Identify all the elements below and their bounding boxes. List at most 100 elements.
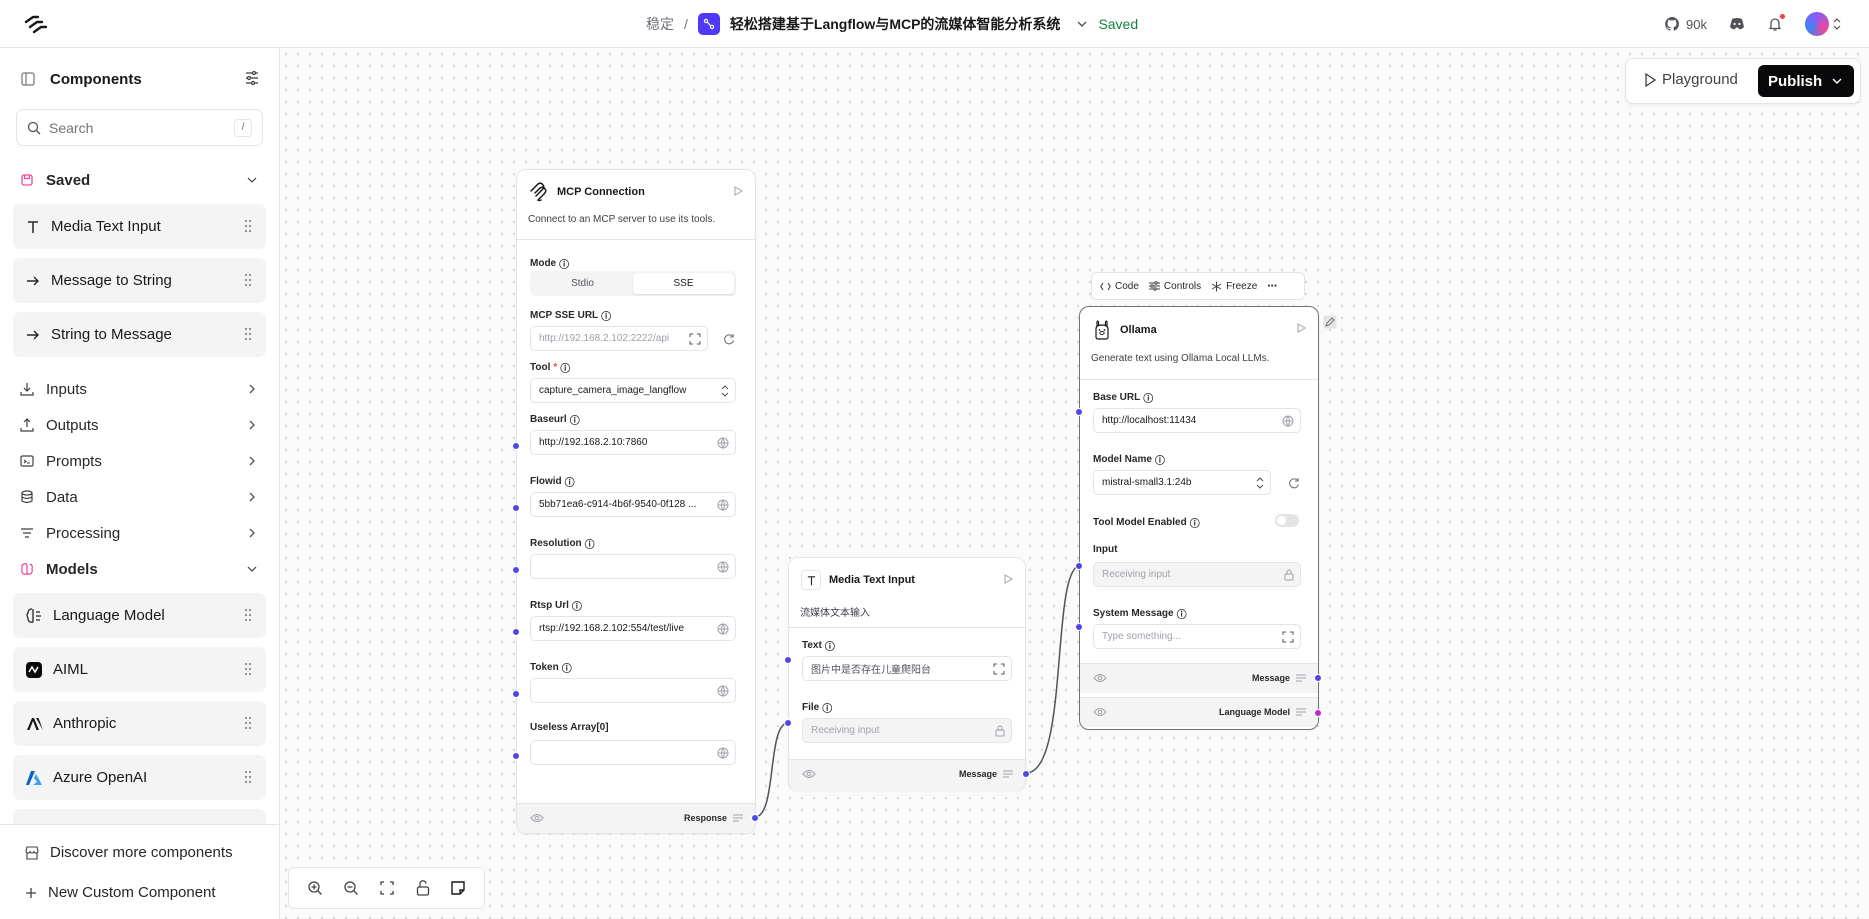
refresh-icon[interactable] [723, 333, 735, 345]
text-input[interactable]: 图片中是否存在儿童爬阳台 [802, 656, 1012, 681]
input-handle-system-message[interactable] [1075, 623, 1083, 631]
unlock-icon[interactable] [416, 880, 430, 896]
input-handle-useless-array[interactable] [512, 752, 520, 760]
model-item-anthropic[interactable]: Anthropic [13, 701, 266, 746]
output-handle-language-model[interactable] [1314, 709, 1322, 717]
fit-view-icon[interactable] [379, 880, 395, 896]
category-processing[interactable]: Processing [20, 521, 264, 545]
code-button[interactable]: Code [1100, 281, 1139, 292]
langflow-logo-icon[interactable] [24, 14, 48, 34]
mode-segmented-control[interactable]: Stdio SSE [530, 271, 736, 296]
mode-option-stdio[interactable]: Stdio [532, 273, 633, 294]
freeze-button[interactable]: Freeze [1211, 281, 1257, 292]
chevron-up-down-icon [721, 385, 729, 397]
tool-model-toggle[interactable] [1275, 514, 1299, 527]
node-title: Ollama [1120, 324, 1157, 336]
saved-item-string-to-message[interactable]: String to Message [13, 312, 266, 357]
list-icon[interactable] [733, 814, 743, 822]
components-sidebar: Components / Saved Media Text Input Mess… [0, 48, 280, 919]
sse-url-input[interactable]: http://192.168.2.102:2222/api [530, 326, 708, 351]
mode-option-sse[interactable]: SSE [633, 273, 734, 294]
drag-handle-icon [245, 771, 251, 783]
input-handle-rtsp-url[interactable] [512, 628, 520, 636]
input-handle-resolution[interactable] [512, 566, 520, 574]
zoom-out-icon[interactable] [343, 880, 359, 896]
github-link[interactable]: 90k [1664, 16, 1707, 32]
baseurl-input[interactable]: http://192.168.2.10:7860 [530, 430, 736, 455]
category-data[interactable]: Data [20, 485, 264, 509]
info-icon: ⓘ [561, 664, 572, 675]
output-handle-response[interactable] [751, 814, 759, 822]
project-name[interactable]: 轻松搭建基于Langflow与MCP的流媒体智能分析系统 [730, 14, 1061, 34]
saved-item-media-text-input[interactable]: Media Text Input [13, 204, 266, 249]
input-handle-token[interactable] [512, 690, 520, 698]
discover-more-link[interactable]: Discover more components [24, 844, 233, 861]
node-title: MCP Connection [557, 186, 645, 198]
input-handle-flowid[interactable] [512, 504, 520, 512]
search-input[interactable] [49, 119, 234, 136]
system-message-input[interactable]: Type something... [1093, 624, 1301, 649]
model-item-azure-openai[interactable]: Azure OpenAI [13, 755, 266, 800]
input-handle-baseurl[interactable] [512, 442, 520, 450]
saved-item-message-to-string[interactable]: Message to String [13, 258, 266, 303]
user-menu[interactable] [1805, 12, 1841, 36]
edit-pencil-icon[interactable] [1323, 315, 1337, 329]
tool-select[interactable]: capture_camera_image_langflow [530, 378, 736, 403]
discord-icon[interactable] [1729, 17, 1745, 31]
rtsp-url-input[interactable]: rtsp://192.168.2.102:554/test/live [530, 616, 736, 641]
zoom-in-icon[interactable] [307, 880, 323, 896]
output-row-language-model: Language Model [1080, 697, 1318, 727]
eye-icon[interactable] [802, 769, 816, 779]
model-name-select[interactable]: mistral-small3.1:24b [1093, 470, 1271, 495]
search-box[interactable]: / [16, 109, 263, 146]
input-handle-text[interactable] [784, 656, 792, 664]
list-icon[interactable] [1296, 708, 1306, 716]
chevron-down-icon[interactable] [1076, 18, 1088, 30]
model-item-language-model[interactable]: Language Model [13, 593, 266, 638]
useless-array-input[interactable] [530, 740, 736, 765]
category-prompts[interactable]: Prompts [20, 449, 264, 473]
play-icon[interactable] [1296, 323, 1306, 333]
output-handle-message[interactable] [1314, 674, 1322, 682]
input-handle-input[interactable] [1075, 562, 1083, 570]
sticky-note-icon[interactable] [450, 880, 466, 896]
eye-icon[interactable] [1093, 673, 1107, 683]
playground-button[interactable]: Playground [1644, 71, 1738, 88]
sidebar-toggle-icon[interactable] [20, 71, 36, 87]
token-input[interactable] [530, 678, 736, 703]
category-models[interactable]: Models [20, 557, 264, 581]
breadcrumb-folder[interactable]: 稳定 [646, 14, 674, 34]
new-custom-component-button[interactable]: New Custom Component [24, 884, 216, 901]
category-label: Outputs [46, 416, 99, 434]
item-label: Anthropic [53, 715, 117, 732]
resolution-input[interactable] [530, 554, 736, 579]
media-text-input-node[interactable]: Media Text Input 流媒体文本输入 Text ⓘ 图片中是否存在儿童… [784, 557, 1030, 791]
lock-icon [995, 725, 1005, 737]
item-label: String to Message [51, 326, 172, 343]
play-icon[interactable] [1003, 574, 1013, 584]
refresh-icon[interactable] [1288, 477, 1300, 489]
ollama-node[interactable]: Ollama Generate text using Ollama Local … [1075, 306, 1322, 730]
github-stars: 90k [1686, 16, 1707, 32]
list-icon[interactable] [1003, 770, 1013, 778]
category-inputs[interactable]: Inputs [20, 377, 264, 401]
flow-canvas[interactable]: MCP Connection Connect to an MCP server … [280, 48, 1869, 919]
model-item-aiml[interactable]: AIML [13, 647, 266, 692]
list-icon[interactable] [1296, 674, 1306, 682]
publish-button[interactable]: Publish [1758, 65, 1854, 97]
flowid-input[interactable]: 5bb71ea6-c914-4b6f-9540-0f128 ... [530, 492, 736, 517]
notifications-bell-icon[interactable] [1767, 14, 1785, 32]
eye-icon[interactable] [530, 813, 544, 823]
play-icon[interactable] [733, 186, 743, 196]
filter-settings-icon[interactable] [244, 71, 260, 85]
mcp-connection-node[interactable]: MCP Connection Connect to an MCP server … [512, 169, 759, 834]
category-saved[interactable]: Saved [20, 168, 264, 192]
base-url-input[interactable]: http://localhost:11434 [1093, 408, 1301, 433]
output-handle-message[interactable] [1022, 770, 1030, 778]
category-outputs[interactable]: Outputs [20, 413, 264, 437]
more-options-icon[interactable]: ⋯ [1267, 281, 1278, 292]
input-handle-file[interactable] [784, 719, 792, 727]
eye-icon[interactable] [1093, 707, 1107, 717]
controls-button[interactable]: Controls [1148, 281, 1201, 292]
input-handle-base-url[interactable] [1075, 408, 1083, 416]
